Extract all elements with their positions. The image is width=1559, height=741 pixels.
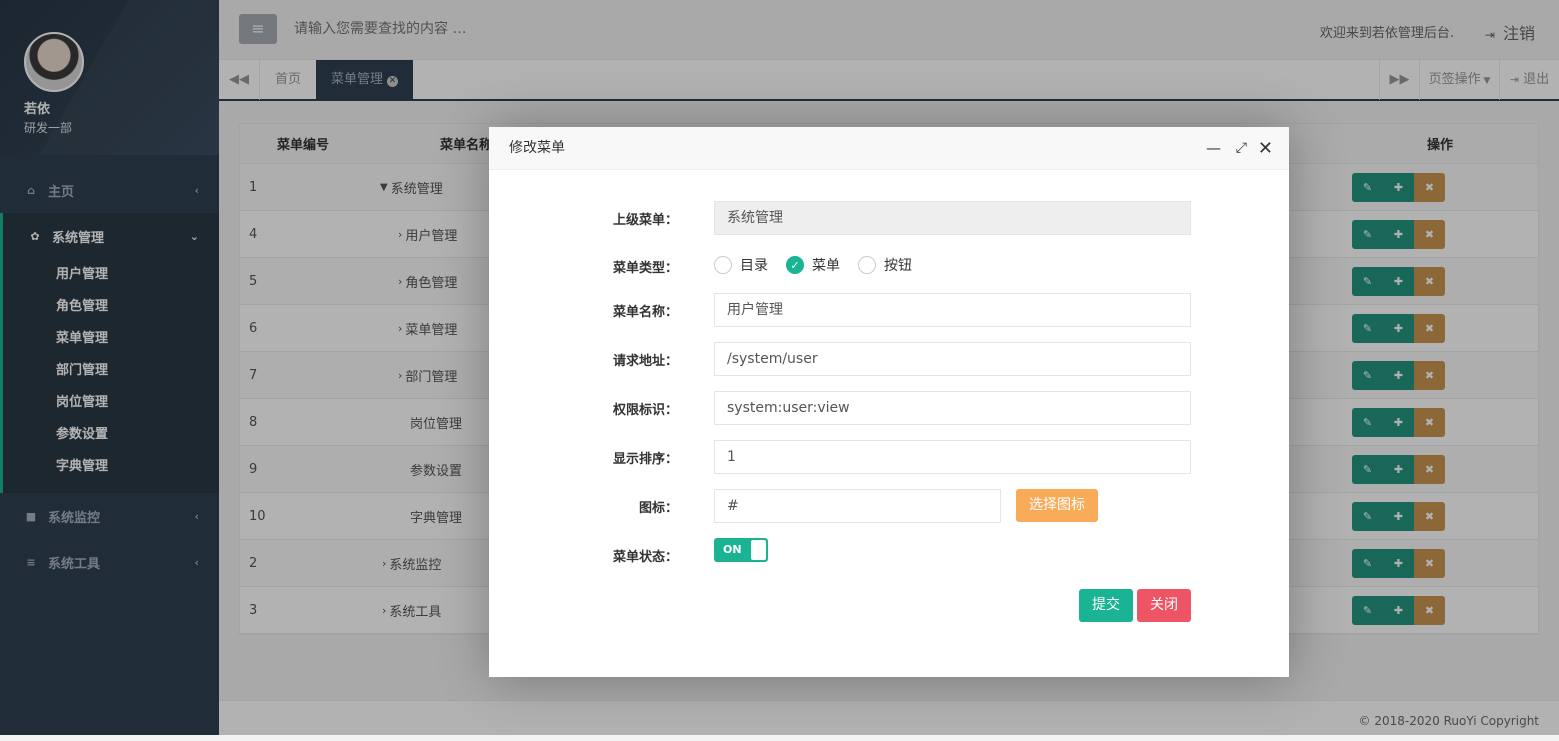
close-icon[interactable]: ✕ [1258, 127, 1273, 170]
maximize-icon[interactable]: ⤢ [1236, 127, 1247, 170]
radio-label: 按钮 [884, 258, 912, 274]
radio-unchecked-icon [714, 256, 732, 274]
menu-name-input[interactable]: 用户管理 [714, 293, 1191, 327]
dialog-title: 修改菜单 [509, 140, 565, 156]
permission-input[interactable]: system:user:view [714, 391, 1191, 425]
radio-button[interactable]: 按钮 [858, 255, 912, 275]
display-order-input[interactable]: 1 [714, 440, 1191, 474]
menu-type-label: 菜单类型： [612, 261, 678, 276]
toggle-knob [751, 540, 766, 560]
toggle-label: ON [723, 543, 742, 556]
request-url-label: 请求地址： [612, 354, 678, 369]
menu-status-toggle[interactable]: ON [714, 538, 768, 562]
parent-menu-field[interactable]: 系统管理 [714, 201, 1191, 235]
display-order-label: 显示排序： [612, 452, 678, 467]
radio-unchecked-icon [858, 256, 876, 274]
icon-input[interactable]: # [714, 489, 1001, 523]
menu-name-label: 菜单名称： [612, 305, 678, 320]
permission-label: 权限标识： [612, 403, 678, 418]
menu-status-label: 菜单状态： [612, 550, 678, 565]
menu-type-radio-group: 目录 ✓ 菜单 按钮 [714, 255, 930, 275]
radio-directory[interactable]: 目录 [714, 255, 768, 275]
radio-menu[interactable]: ✓ 菜单 [786, 255, 840, 275]
submit-button[interactable]: 提交 [1079, 589, 1133, 622]
radio-label: 目录 [740, 258, 768, 274]
dialog-header: 修改菜单 — ⤢ ✕ [489, 127, 1289, 170]
minimize-icon[interactable]: — [1206, 127, 1221, 170]
check-icon: ✓ [786, 256, 804, 274]
radio-label: 菜单 [812, 258, 840, 274]
close-button[interactable]: 关闭 [1137, 589, 1191, 622]
icon-label: 图标： [638, 501, 678, 516]
request-url-input[interactable]: /system/user [714, 342, 1191, 376]
parent-menu-label: 上级菜单： [612, 213, 678, 228]
edit-menu-dialog: 修改菜单 — ⤢ ✕ 上级菜单： 系统管理 菜单类型： 目录 ✓ 菜单 按钮 菜单… [489, 127, 1289, 677]
select-icon-button[interactable]: 选择图标 [1016, 489, 1098, 522]
